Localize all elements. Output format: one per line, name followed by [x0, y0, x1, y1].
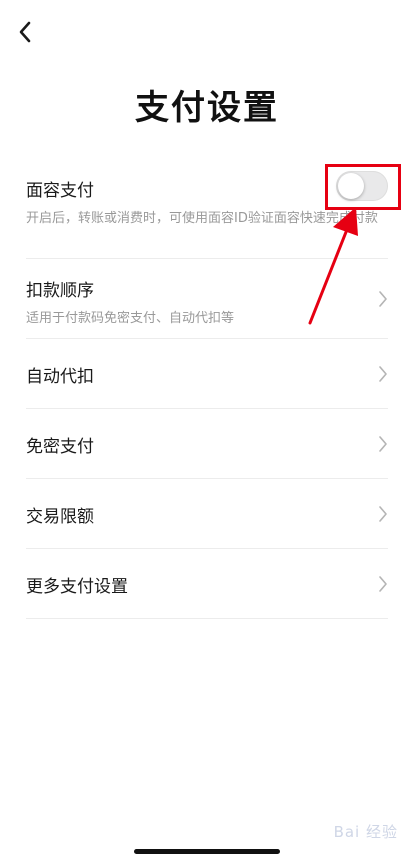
- deduction-order-label: 扣款顺序: [26, 281, 94, 301]
- setting-row-more-settings[interactable]: 更多支付设置: [26, 549, 388, 619]
- watermark: Bai 经验: [333, 823, 398, 841]
- chevron-right-icon: [379, 291, 387, 307]
- transaction-limit-label: 交易限额: [26, 507, 94, 527]
- chevron-right-icon: [379, 436, 387, 452]
- page-title: 支付设置: [135, 88, 279, 128]
- password-free-label: 免密支付: [26, 437, 94, 457]
- chevron-right-icon: [379, 576, 387, 592]
- setting-row-auto-deduct[interactable]: 自动代扣: [26, 339, 388, 409]
- deduction-order-description: 适用于付款码免密支付、自动代扣等: [26, 311, 235, 326]
- chevron-left-icon: [19, 21, 31, 43]
- back-button[interactable]: [14, 18, 40, 46]
- setting-row-transaction-limit[interactable]: 交易限额: [26, 479, 388, 549]
- chevron-right-icon: [379, 506, 387, 522]
- auto-deduct-label: 自动代扣: [26, 367, 94, 387]
- setting-row-password-free[interactable]: 免密支付: [26, 409, 388, 479]
- annotation-arrow-icon: [308, 207, 358, 325]
- chevron-right-icon: [379, 366, 387, 382]
- more-settings-label: 更多支付设置: [26, 577, 128, 597]
- home-indicator: [134, 849, 280, 854]
- annotation-highlight-box: [325, 164, 401, 210]
- face-pay-label: 面容支付: [26, 181, 94, 201]
